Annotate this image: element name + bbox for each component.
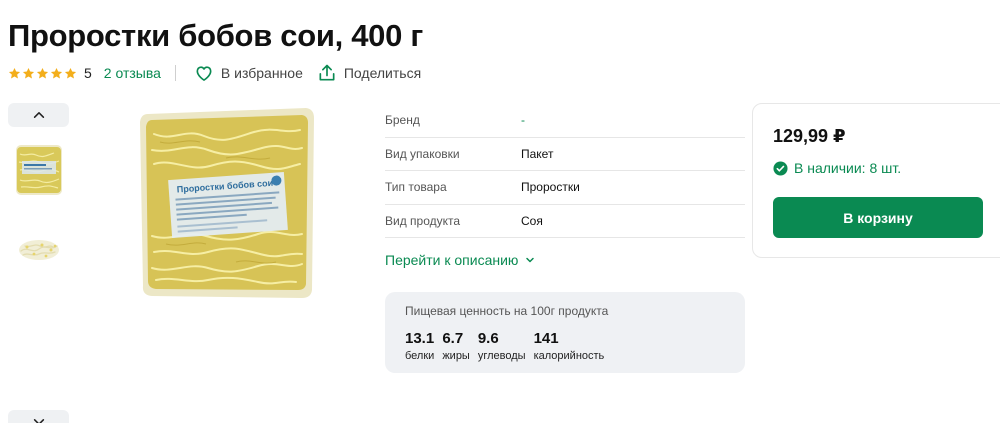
nutrition-label: калорийность bbox=[533, 350, 605, 362]
spec-value: Пакет bbox=[521, 146, 554, 161]
check-circle-icon bbox=[773, 160, 788, 176]
price: 129,99 ₽ bbox=[773, 126, 846, 146]
nutrition-values: 13.1 белки 6.7 жиры 9.6 углеводы 141 кал… bbox=[405, 330, 725, 362]
spec-value[interactable]: - bbox=[521, 113, 525, 127]
page-title: Проростки бобов сои, 400 г bbox=[8, 18, 423, 53]
reviews-link[interactable]: 2 отзыва bbox=[104, 65, 161, 81]
description-link-label: Перейти к описанию bbox=[385, 252, 519, 268]
stock-label: В наличии: 8 шт. bbox=[794, 160, 902, 176]
gallery-down-button[interactable] bbox=[8, 410, 69, 423]
star-icon bbox=[50, 67, 63, 78]
favorite-button[interactable]: В избранное bbox=[194, 63, 303, 83]
spec-label: Бренд bbox=[385, 113, 420, 128]
product-main-image[interactable]: Проростки бобов сои bbox=[136, 104, 318, 302]
star-icon bbox=[36, 67, 49, 78]
star-icon bbox=[64, 67, 77, 78]
nutrition-label: жиры bbox=[442, 350, 470, 362]
sprouts-pile-thumbnail bbox=[12, 220, 66, 276]
gallery-thumbnail-package[interactable] bbox=[12, 140, 66, 196]
product-meta: 5 2 отзыва В избранное Поделиться bbox=[8, 62, 421, 84]
rating-stars bbox=[8, 67, 77, 80]
rating-value: 5 bbox=[84, 65, 92, 81]
spec-row-product-type: Тип товара Проростки bbox=[385, 171, 745, 205]
nutrition-value: 9.6 bbox=[477, 330, 499, 347]
nutrition-value: 6.7 bbox=[442, 330, 464, 347]
nutrition-carbs: 9.6 углеводы bbox=[478, 330, 526, 362]
nutrition-fat: 6.7 жиры bbox=[442, 330, 470, 362]
spec-label: Вид упаковки bbox=[385, 146, 460, 161]
go-to-description-link[interactable]: Перейти к описанию bbox=[385, 252, 535, 268]
star-icon bbox=[8, 67, 21, 78]
gallery-up-button[interactable] bbox=[8, 103, 69, 127]
nutrition-label: белки bbox=[405, 350, 435, 362]
heart-icon bbox=[196, 66, 212, 81]
nutrition-label: углеводы bbox=[477, 350, 526, 362]
spec-value: Соя bbox=[521, 213, 543, 228]
share-label: Поделиться bbox=[343, 65, 422, 81]
spec-value: Проростки bbox=[521, 180, 580, 195]
spec-label: Тип товара bbox=[385, 180, 447, 195]
nutrition-calories: 141 калорийность bbox=[534, 330, 605, 362]
stock-status: В наличии: 8 шт. bbox=[773, 160, 901, 176]
divider bbox=[174, 65, 176, 81]
chevron-up-icon bbox=[33, 112, 44, 118]
chevron-down-icon bbox=[33, 419, 44, 423]
star-icon bbox=[22, 67, 35, 78]
nutrition-value: 13.1 bbox=[405, 330, 435, 347]
buy-card: 129,99 ₽ В наличии: 8 шт. В корзину bbox=[752, 103, 1000, 258]
chevron-down-icon bbox=[526, 257, 535, 263]
spec-row-product-kind: Вид продукта Соя bbox=[385, 205, 745, 238]
nutrition-value: 141 bbox=[533, 330, 559, 347]
nutrition-title: Пищевая ценность на 100г продукта bbox=[405, 304, 609, 318]
favorite-label: В избранное bbox=[220, 65, 303, 81]
sprouts-package-thumbnail bbox=[16, 145, 62, 195]
gallery-thumbnail-sprouts[interactable] bbox=[12, 220, 66, 276]
nutrition-protein: 13.1 белки bbox=[405, 330, 434, 362]
spec-row-brand: Бренд - bbox=[385, 104, 745, 138]
share-icon bbox=[319, 64, 335, 81]
add-to-cart-button[interactable]: В корзину bbox=[773, 197, 983, 238]
product-specs: Бренд - Вид упаковки Пакет Тип товара Пр… bbox=[385, 104, 745, 238]
share-button[interactable]: Поделиться bbox=[317, 63, 421, 83]
nutrition-panel: Пищевая ценность на 100г продукта 13.1 б… bbox=[385, 292, 745, 373]
spec-row-package-type: Вид упаковки Пакет bbox=[385, 138, 745, 171]
spec-label: Вид продукта bbox=[385, 213, 461, 228]
sprouts-package-image: Проростки бобов сои bbox=[140, 108, 314, 298]
